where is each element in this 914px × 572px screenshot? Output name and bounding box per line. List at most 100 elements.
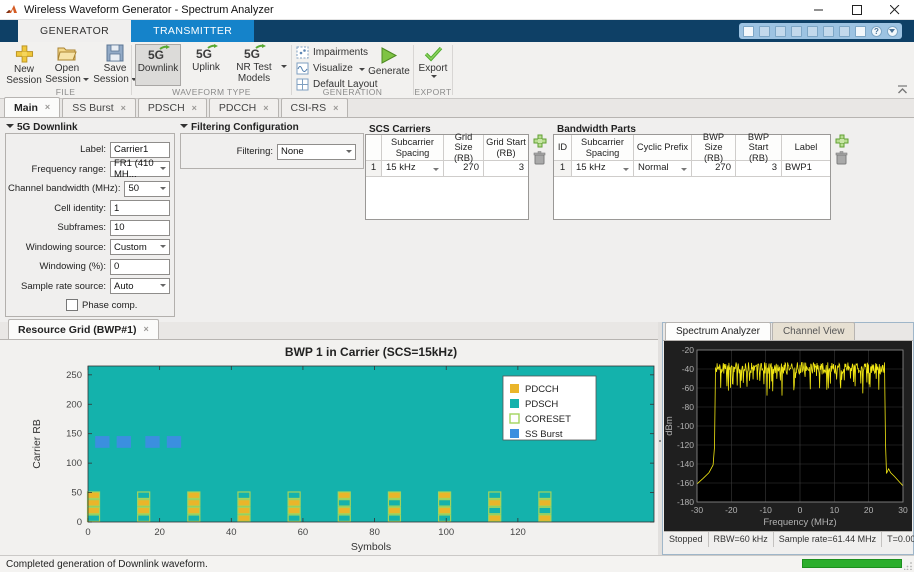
downlink-button[interactable]: 5G Downlink — [135, 44, 181, 86]
close-icon[interactable] — [192, 104, 197, 113]
spectrum-status-bar: Stopped RBW=60 kHz Sample rate=61.44 MHz… — [664, 531, 912, 546]
form-row: Channel bandwidth (MHz):50 — [8, 179, 170, 199]
tab-main[interactable]: Main — [4, 97, 60, 117]
qa-layout-icon[interactable] — [855, 26, 866, 37]
sample-rate-source-select[interactable]: Auto — [110, 278, 170, 294]
statusbar: Completed generation of Downlink wavefor… — [0, 555, 914, 572]
svg-text:30: 30 — [898, 505, 908, 515]
collapse-toolstrip-icon[interactable] — [897, 85, 908, 94]
maximize-button[interactable] — [838, 0, 876, 20]
qa-cut-icon[interactable] — [775, 26, 786, 37]
qa-paste-icon[interactable] — [807, 26, 818, 37]
bwp-spacing-select[interactable]: 15 kHz — [572, 161, 634, 177]
close-icon[interactable] — [45, 103, 50, 112]
waveform-type-gallery-caret[interactable] — [279, 60, 287, 72]
qa-redo-icon[interactable] — [839, 26, 850, 37]
frequency-range-select[interactable]: FR1 (410 MH... — [110, 161, 170, 177]
more-options-icon[interactable] — [887, 26, 898, 37]
tab-resource-grid[interactable]: Resource Grid (BWP#1) — [8, 319, 159, 339]
scs-spacing-select[interactable]: 15 kHz — [382, 161, 444, 177]
table-row: 1 15 kHz 270 3 — [366, 161, 528, 177]
minimize-button[interactable] — [800, 0, 838, 20]
export-button[interactable]: Export — [410, 46, 456, 88]
qa-save-icon[interactable] — [743, 26, 754, 37]
save-session-icon — [106, 44, 124, 62]
add-row-button[interactable] — [533, 134, 547, 148]
export-caret-icon — [431, 75, 437, 81]
tab-pdsch[interactable]: PDSCH — [138, 98, 207, 117]
resource-grid-panel: Resource Grid (BWP#1) 020406080100120050… — [0, 322, 658, 555]
tab-channel-view[interactable]: Channel View — [772, 322, 856, 340]
svg-text:100: 100 — [438, 527, 454, 538]
delete-row-button[interactable] — [835, 151, 848, 165]
svg-text:-160: -160 — [677, 478, 694, 488]
bottom-panels: Resource Grid (BWP#1) 020406080100120050… — [0, 322, 914, 555]
close-icon[interactable] — [121, 104, 126, 113]
scope-time: T=0.0098994 — [882, 532, 914, 547]
svg-text:60: 60 — [298, 527, 309, 538]
tab-spectrum-analyzer[interactable]: Spectrum Analyzer — [665, 322, 771, 340]
bwp-cyclic-prefix-select[interactable]: Normal — [634, 161, 692, 177]
qa-copy-icon[interactable] — [791, 26, 802, 37]
app-window: Wireless Waveform Generator - Spectrum A… — [0, 0, 914, 572]
open-session-button[interactable]: Open Session — [44, 44, 90, 86]
delete-row-button[interactable] — [533, 151, 546, 165]
close-button[interactable] — [876, 0, 914, 20]
svg-text:-180: -180 — [677, 497, 694, 507]
filtering-section-header[interactable]: Filtering Configuration — [180, 122, 299, 133]
scs-table-buttons — [533, 134, 547, 165]
cell-identity-field[interactable]: 1 — [110, 200, 170, 216]
downlink-form-panel: Label:Carrier1 Frequency range:FR1 (410 … — [5, 133, 175, 317]
tab-pdcch[interactable]: PDCCH — [209, 98, 279, 117]
tab-csi-rs[interactable]: CSI-RS — [281, 98, 349, 117]
windowing-source-select[interactable]: Custom — [110, 239, 170, 255]
subframes-field[interactable]: 10 — [110, 220, 170, 236]
spectrum-scope: -30-20-100102030-20-40-60-80-100-120-140… — [664, 341, 912, 531]
section-export: Export EXPORT — [414, 42, 452, 98]
svg-text:SS Burst: SS Burst — [525, 429, 563, 440]
help-icon[interactable]: ? — [871, 26, 882, 37]
channel-bandwidth-select[interactable]: 50 — [124, 181, 170, 197]
downlink-section-header[interactable]: 5G Downlink — [6, 122, 78, 133]
add-row-button[interactable] — [835, 134, 849, 148]
filtering-select[interactable]: None — [277, 144, 356, 160]
chevron-down-icon — [433, 168, 439, 174]
tab-ss-burst[interactable]: SS Burst — [62, 98, 136, 117]
uplink-button[interactable]: 5G Uplink — [184, 44, 228, 86]
svg-text:20: 20 — [154, 527, 165, 538]
qa-undo-icon[interactable] — [823, 26, 834, 37]
table-row: 1 15 kHz Normal 270 3 BWP1 — [554, 161, 830, 177]
svg-text:200: 200 — [66, 399, 82, 410]
close-icon[interactable] — [263, 104, 268, 113]
window-title: Wireless Waveform Generator - Spectrum A… — [24, 4, 274, 16]
close-icon[interactable] — [143, 325, 148, 334]
visualize-caret-icon — [359, 68, 365, 74]
scs-carriers-table[interactable]: Subcarrier Spacing Grid Size (RB) Grid S… — [365, 134, 529, 220]
collapse-triangle-icon — [6, 124, 14, 132]
svg-text:40: 40 — [226, 527, 237, 538]
new-session-button[interactable]: New Session — [2, 44, 46, 86]
tab-transmitter[interactable]: TRANSMITTER — [131, 20, 254, 42]
label-field[interactable]: Carrier1 — [110, 142, 170, 158]
generate-icon — [379, 46, 399, 65]
svg-text:-10: -10 — [760, 505, 773, 515]
generate-button[interactable]: Generate — [366, 46, 412, 88]
tab-generator[interactable]: GENERATOR — [18, 20, 131, 42]
section-file: New Session Open Session Save Session FI… — [0, 42, 131, 98]
qa-saveas-icon[interactable] — [759, 26, 770, 37]
5g-nr-test-models-icon: 5G — [242, 44, 266, 61]
svg-text:PDSCH: PDSCH — [525, 399, 558, 410]
svg-text:5G: 5G — [196, 47, 212, 61]
bandwidth-parts-table[interactable]: ID Subcarrier Spacing Cyclic Prefix BWP … — [553, 134, 831, 220]
nr-test-models-button[interactable]: 5G NR Test Models — [230, 44, 278, 86]
svg-text:50: 50 — [71, 488, 82, 499]
filtering-panel: Filtering: None — [180, 133, 364, 169]
phase-comp-row: Phase comp. — [8, 296, 170, 314]
ribbon-tab-strip: GENERATOR TRANSMITTER ? — [0, 20, 914, 42]
phase-comp-checkbox[interactable] — [66, 299, 78, 311]
windowing-percent-field[interactable]: 0 — [110, 259, 170, 275]
svg-text:250: 250 — [66, 370, 82, 381]
close-icon[interactable] — [333, 104, 338, 113]
resize-grip-icon[interactable] — [904, 562, 912, 570]
open-session-caret-icon — [83, 78, 89, 84]
